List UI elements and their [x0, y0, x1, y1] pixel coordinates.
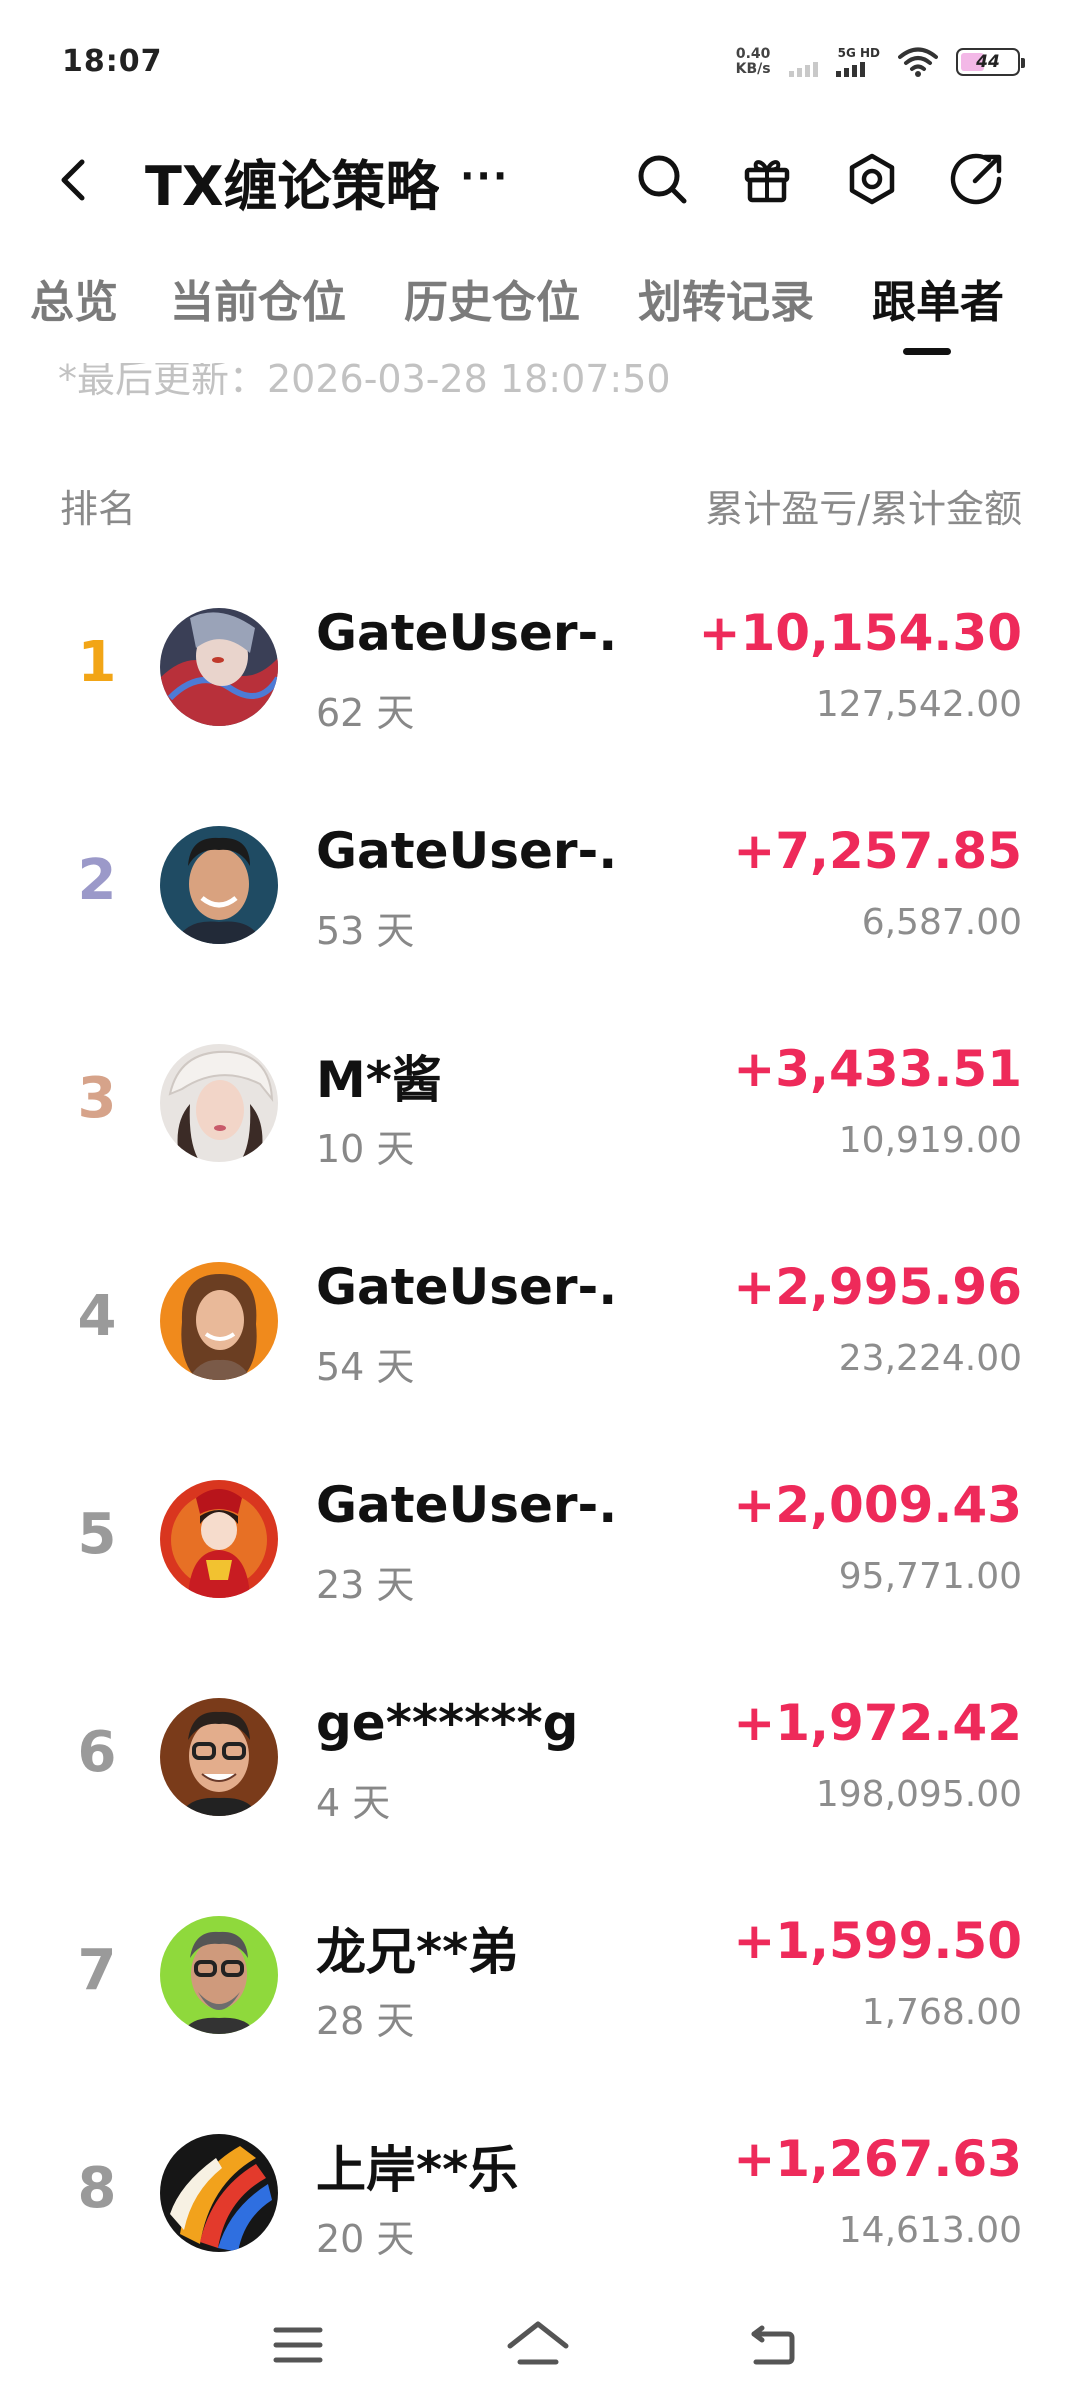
avatar [160, 826, 278, 944]
cumulative-pnl: +2,995.96 [733, 1258, 1022, 1316]
cumulative-pnl: +3,433.51 [733, 1040, 1022, 1098]
follower-name: M*酱 [316, 1051, 442, 1109]
tab-position-history[interactable]: 历史仓位 [404, 266, 580, 330]
search-icon [638, 155, 687, 204]
cumulative-amount: 198,095.00 [815, 1774, 1022, 1815]
follower-name: 龙兄**弟 [316, 1923, 519, 1981]
pnl-amount-column-header: 累计盈亏/累计金额 [705, 487, 1022, 531]
settings-button[interactable] [841, 148, 903, 210]
network-speed: 0.40 KB/s [736, 47, 771, 77]
cumulative-pnl: +1,599.50 [733, 1912, 1022, 1970]
follow-days: 4 天 [316, 1781, 391, 1825]
share-button[interactable] [945, 148, 1007, 210]
title-overflow-ellipsis: ··· [460, 154, 510, 198]
cumulative-amount: 10,919.00 [838, 1120, 1022, 1161]
tab-bar: 总览 当前仓位 历史仓位 划转记录 跟单者 [0, 252, 1080, 362]
follower-name: GateUser-... [316, 604, 616, 662]
rank-number: 5 [77, 1502, 117, 1567]
gift-button[interactable] [736, 148, 798, 210]
cumulative-pnl: +1,267.63 [733, 2130, 1022, 2188]
menu-icon [273, 2327, 323, 2363]
tab-transfer-records[interactable]: 划转记录 [638, 266, 814, 330]
follow-days: 54 天 [316, 1345, 415, 1389]
network-speed-unit: KB/s [735, 61, 771, 77]
follower-name: GateUser-... [316, 822, 616, 880]
avatar [160, 1698, 278, 1816]
cumulative-amount: 23,224.00 [838, 1338, 1022, 1379]
menu-button[interactable] [258, 2310, 338, 2380]
follower-row[interactable]: 2 GateUser-... 53 天 +7,257.85 6,587.00 [0, 778, 1080, 996]
back-arrow-icon [61, 159, 85, 201]
follower-name: GateUser-... [316, 1258, 616, 1316]
avatar [160, 1262, 278, 1380]
network-type-label: 5G HD [837, 46, 880, 60]
system-navigation-bar [0, 2290, 1080, 2408]
rank-number: 3 [77, 1066, 117, 1131]
back-icon [751, 2325, 795, 2365]
battery-icon: 44 [956, 48, 1025, 76]
tab-followers[interactable]: 跟单者 [872, 266, 1004, 330]
follow-days: 10 天 [316, 1127, 415, 1171]
cumulative-amount: 1,768.00 [861, 1992, 1022, 2033]
avatar [160, 1916, 278, 2034]
avatar [160, 2134, 278, 2252]
signal-sim1-icon [788, 59, 818, 77]
follower-list: 1 GateUser-... 62 天 +10,154.30 127,542.0… [0, 560, 1080, 2304]
follow-days: 53 天 [316, 909, 415, 953]
follower-name: 上岸**乐 [316, 2141, 519, 2199]
tab-current-positions[interactable]: 当前仓位 [170, 266, 346, 330]
app-header: TX缠论策略 ··· [0, 130, 1080, 230]
signal-sim2: 5G HD [835, 46, 880, 77]
network-speed-value: 0.40 [735, 46, 771, 62]
gift-icon [744, 160, 790, 203]
settings-hexagon-icon [849, 153, 895, 205]
back-nav-button[interactable] [734, 2310, 814, 2380]
rank-column-header: 排名 [60, 487, 137, 531]
rank-number: 1 [77, 630, 117, 695]
cumulative-amount: 127,542.00 [815, 684, 1022, 725]
rank-number: 8 [77, 2156, 117, 2221]
tab-overview[interactable]: 总览 [0, 266, 118, 330]
status-indicators: 0.40 KB/s 5G HD 44 [736, 40, 1025, 84]
avatar [160, 608, 278, 726]
follower-row[interactable]: 7 龙兄**弟 28 天 +1,599.50 1,768.00 [0, 1868, 1080, 2086]
follow-days: 28 天 [316, 1999, 415, 2043]
follower-row[interactable]: 8 上岸**乐 20 天 +1,267.63 14,613.00 [0, 2086, 1080, 2304]
back-button[interactable] [50, 152, 100, 208]
page-title: TX缠论策略 [145, 155, 440, 218]
rank-number: 4 [77, 1284, 117, 1349]
cumulative-pnl: +7,257.85 [733, 822, 1022, 880]
rank-number: 6 [77, 1720, 117, 1785]
cumulative-pnl: +2,009.43 [733, 1476, 1022, 1534]
search-button[interactable] [631, 148, 693, 210]
follower-name: GateUser-... [316, 1476, 616, 1534]
cumulative-amount: 95,771.00 [838, 1556, 1022, 1597]
follower-row[interactable]: 6 ge******g 4 天 +1,972.42 198,095.00 [0, 1650, 1080, 1868]
rank-number: 2 [77, 848, 117, 913]
avatar [160, 1044, 278, 1162]
rank-number: 7 [77, 1938, 117, 2003]
follow-days: 23 天 [316, 1563, 415, 1607]
status-bar: 18:07 0.40 KB/s 5G HD 44 [0, 0, 1080, 130]
home-icon [507, 2321, 569, 2365]
avatar [160, 1480, 278, 1598]
cumulative-pnl: +10,154.30 [698, 604, 1022, 662]
home-button[interactable] [498, 2310, 578, 2380]
follow-days: 62 天 [316, 691, 415, 735]
follower-name: ge******g [316, 1694, 579, 1752]
follower-row[interactable]: 5 GateUser-... 23 天 +2,009.43 95,771.00 [0, 1432, 1080, 1650]
cumulative-amount: 14,613.00 [838, 2210, 1022, 2251]
follow-days: 20 天 [316, 2217, 415, 2261]
follower-row[interactable]: 1 GateUser-... 62 天 +10,154.30 127,542.0… [0, 560, 1080, 778]
wifi-icon [898, 47, 938, 77]
cumulative-amount: 6,587.00 [861, 902, 1022, 943]
active-tab-indicator [903, 348, 951, 355]
battery-percent: 44 [976, 52, 1000, 72]
cumulative-pnl: +1,972.42 [733, 1694, 1022, 1752]
follower-row[interactable]: 4 GateUser-... 54 天 +2,995.96 23,224.00 [0, 1214, 1080, 1432]
follower-row[interactable]: 3 M*酱 10 天 +3,433.51 10,919.00 [0, 996, 1080, 1214]
share-icon [950, 153, 1002, 205]
status-time: 18:07 [62, 44, 163, 79]
signal-bars-icon [835, 59, 865, 77]
